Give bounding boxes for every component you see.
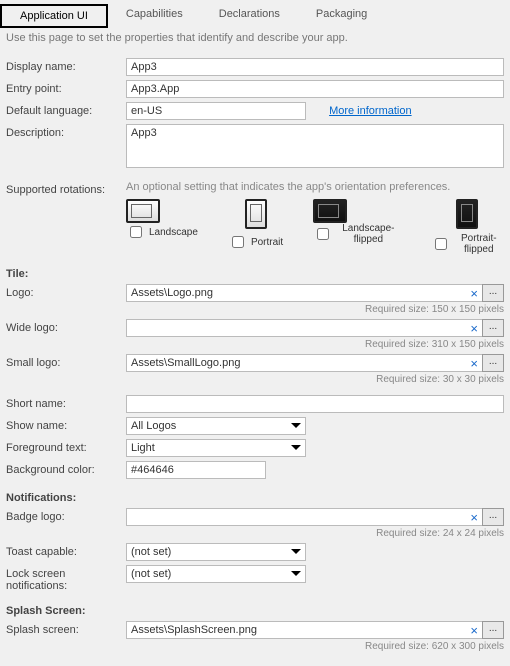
tab-bar: Application UI Capabilities Declarations… [0, 0, 510, 28]
small-logo-input[interactable] [126, 354, 484, 372]
wide-logo-input[interactable] [126, 319, 484, 337]
foreground-text-select[interactable] [126, 439, 306, 457]
toast-capable-select[interactable] [126, 543, 306, 561]
logo-required-size: Required size: 150 x 150 pixels [126, 304, 504, 315]
badge-logo-browse-button[interactable]: ... [482, 508, 504, 526]
landscape-flipped-checkbox[interactable] [317, 228, 329, 240]
portrait-label: Portrait [251, 237, 283, 248]
landscape-checkbox[interactable] [130, 226, 142, 238]
splash-required-size: Required size: 620 x 300 pixels [126, 641, 504, 652]
logo-input[interactable] [126, 284, 484, 302]
landscape-flipped-label: Landscape-flipped [336, 223, 400, 245]
show-name-select[interactable] [126, 417, 306, 435]
rotations-hint: An optional setting that indicates the a… [126, 181, 504, 193]
display-name-input[interactable] [126, 58, 504, 76]
page-description: Use this page to set the properties that… [0, 28, 510, 54]
label-badge-logo: Badge logo: [6, 508, 126, 523]
description-input[interactable]: App3 [126, 124, 504, 168]
splash-clear-icon[interactable]: × [470, 623, 478, 638]
label-logo: Logo: [6, 284, 126, 299]
portrait-flipped-icon [456, 199, 478, 229]
default-language-input[interactable] [126, 102, 306, 120]
label-small-logo: Small logo: [6, 354, 126, 369]
small-logo-required-size: Required size: 30 x 30 pixels [126, 374, 504, 385]
lock-screen-select[interactable] [126, 565, 306, 583]
tab-packaging[interactable]: Packaging [298, 4, 385, 28]
label-description: Description: [6, 124, 126, 139]
small-logo-clear-icon[interactable]: × [470, 356, 478, 371]
entry-point-input[interactable] [126, 80, 504, 98]
short-name-input[interactable] [126, 395, 504, 413]
label-wide-logo: Wide logo: [6, 319, 126, 334]
label-lock-screen: Lock screen notifications: [6, 565, 126, 592]
label-splash-screen: Splash screen: [6, 621, 126, 636]
landscape-icon [126, 199, 160, 223]
label-toast-capable: Toast capable: [6, 543, 126, 558]
label-default-language: Default language: [6, 102, 126, 117]
badge-logo-required-size: Required size: 24 x 24 pixels [126, 528, 504, 539]
label-display-name: Display name: [6, 58, 126, 73]
portrait-icon [245, 199, 267, 229]
wide-logo-required-size: Required size: 310 x 150 pixels [126, 339, 504, 350]
splash-section: Splash Screen: [6, 602, 126, 617]
background-color-input[interactable] [126, 461, 266, 479]
notifications-section: Notifications: [6, 489, 126, 504]
tile-section: Tile: [6, 265, 126, 280]
label-background-color: Background color: [6, 461, 126, 476]
tab-declarations[interactable]: Declarations [201, 4, 298, 28]
label-foreground-text: Foreground text: [6, 439, 126, 454]
tab-capabilities[interactable]: Capabilities [108, 4, 201, 28]
label-show-name: Show name: [6, 417, 126, 432]
portrait-flipped-checkbox[interactable] [435, 238, 447, 250]
label-entry-point: Entry point: [6, 80, 126, 95]
tab-application-ui[interactable]: Application UI [0, 4, 108, 28]
splash-screen-input[interactable] [126, 621, 484, 639]
wide-logo-browse-button[interactable]: ... [482, 319, 504, 337]
wide-logo-clear-icon[interactable]: × [470, 321, 478, 336]
portrait-checkbox[interactable] [232, 236, 244, 248]
logo-browse-button[interactable]: ... [482, 284, 504, 302]
logo-clear-icon[interactable]: × [470, 286, 478, 301]
splash-browse-button[interactable]: ... [482, 621, 504, 639]
portrait-flipped-label: Portrait-flipped [454, 233, 504, 255]
landscape-label: Landscape [149, 227, 198, 238]
small-logo-browse-button[interactable]: ... [482, 354, 504, 372]
more-information-link[interactable]: More information [329, 105, 412, 117]
badge-logo-input[interactable] [126, 508, 484, 526]
landscape-flipped-icon [313, 199, 347, 223]
label-short-name: Short name: [6, 395, 126, 410]
badge-logo-clear-icon[interactable]: × [470, 510, 478, 525]
label-supported-rotations: Supported rotations: [6, 181, 126, 196]
